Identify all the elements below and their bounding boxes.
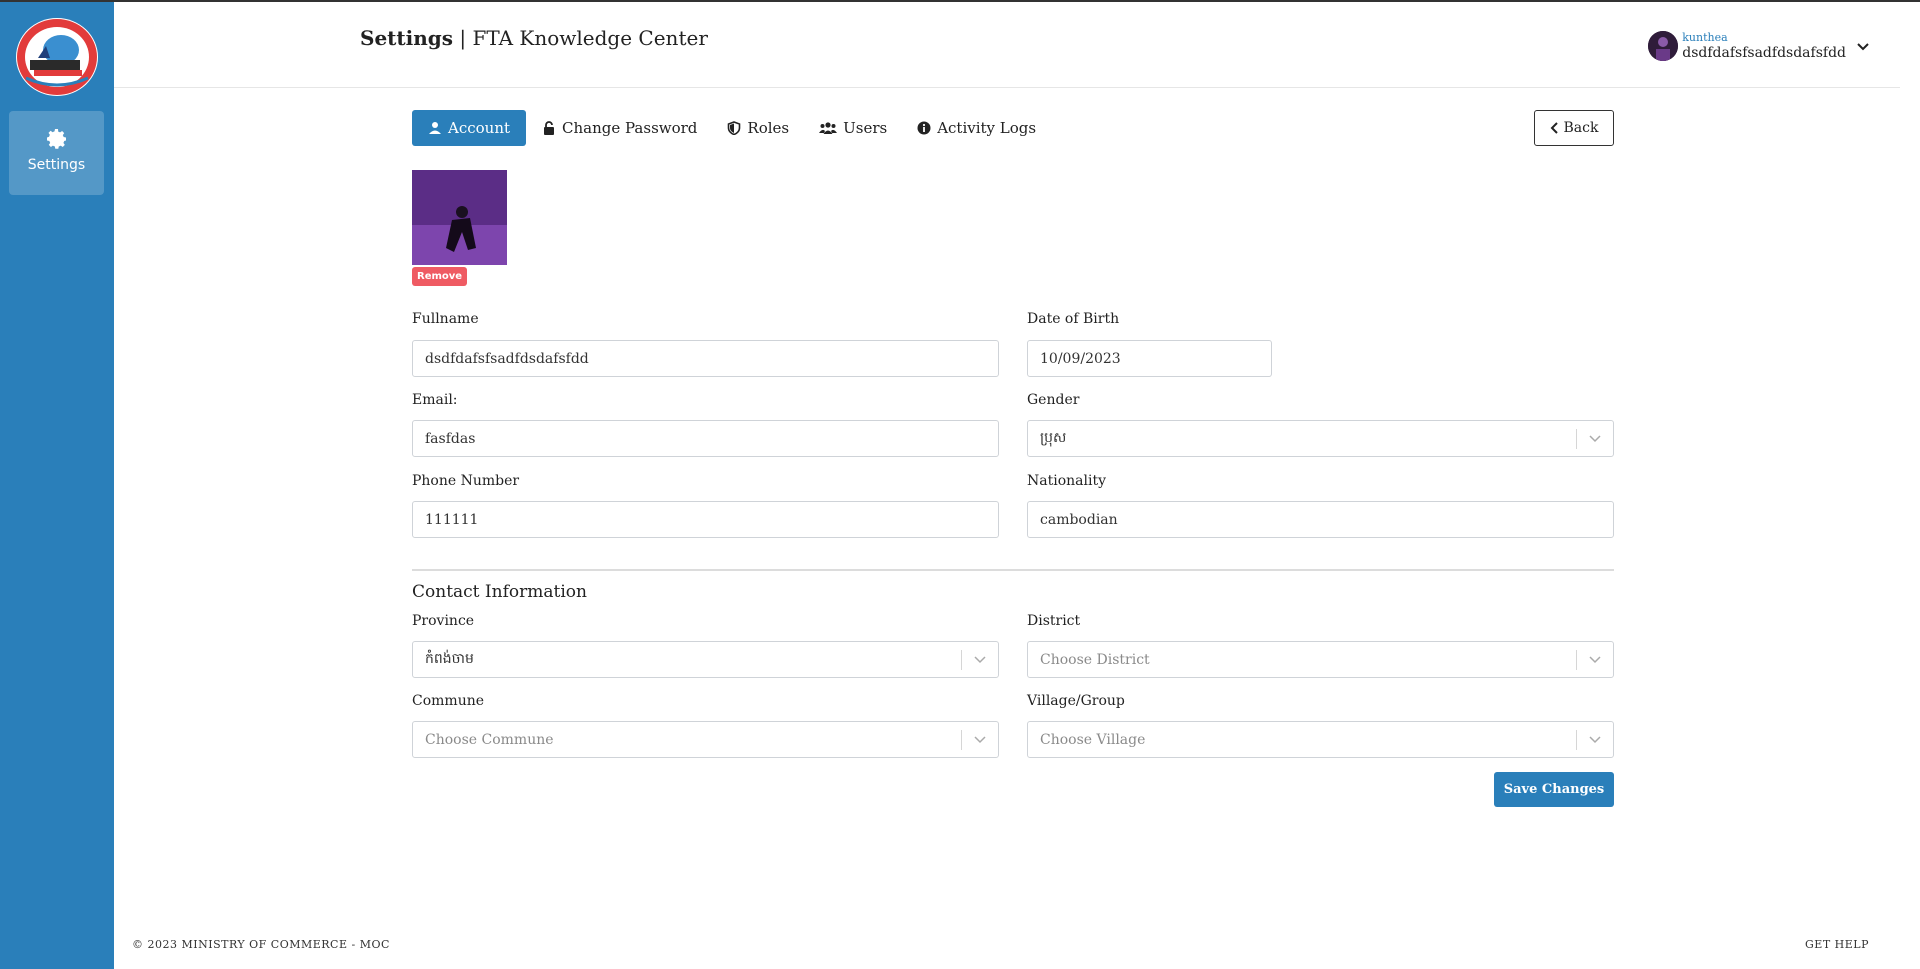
back-button-label: Back xyxy=(1563,120,1599,136)
chevron-down-icon[interactable] xyxy=(1856,39,1870,53)
tab-activity-logs[interactable]: Activity Logs xyxy=(903,110,1050,146)
contact-section-title: Contact Information xyxy=(412,582,587,602)
province-value: កំពង់ចាម xyxy=(425,651,474,667)
province-select[interactable]: កំពង់ចាម xyxy=(412,641,999,678)
email-value: fasfdas xyxy=(425,430,476,447)
page-title-section: Settings xyxy=(360,26,454,50)
chevron-down-icon[interactable] xyxy=(1577,655,1613,664)
commune-select[interactable]: Choose Commune xyxy=(412,721,999,758)
phone-label: Phone Number xyxy=(412,473,520,489)
page-title-app: FTA Knowledge Center xyxy=(472,26,708,50)
district-placeholder: Choose District xyxy=(1040,651,1150,668)
village-select[interactable]: Choose Village xyxy=(1027,721,1614,758)
tab-label: Activity Logs xyxy=(937,119,1037,137)
gear-icon xyxy=(46,129,66,149)
chevron-left-icon xyxy=(1550,122,1558,134)
page-title: Settings | FTA Knowledge Center xyxy=(360,26,708,50)
phone-input[interactable]: 111111 xyxy=(412,501,999,538)
nationality-input[interactable]: cambodian xyxy=(1027,501,1614,538)
district-select[interactable]: Choose District xyxy=(1027,641,1614,678)
top-header: Settings | FTA Knowledge Center kunthea … xyxy=(114,2,1900,88)
gender-value: ប្រុស xyxy=(1040,430,1067,446)
sidebar: Settings xyxy=(0,2,114,969)
dob-input[interactable]: 10/09/2023 xyxy=(1027,340,1272,377)
district-label: District xyxy=(1027,613,1081,629)
avatar-photo-icon xyxy=(1648,31,1679,61)
phone-value: 111111 xyxy=(425,511,479,528)
nationality-label: Nationality xyxy=(1027,473,1106,489)
get-help-link[interactable]: GET HELP xyxy=(1805,938,1869,951)
fullname-input[interactable]: dsdfdafsfsadfdsdafsfdd xyxy=(412,340,999,377)
tab-label: Change Password xyxy=(562,119,698,137)
shield-icon xyxy=(728,121,741,135)
commune-label: Commune xyxy=(412,693,485,709)
tab-label: Roles xyxy=(747,119,790,137)
email-label: Email: xyxy=(412,392,458,408)
lock-icon xyxy=(544,121,555,135)
user-menu[interactable]: kunthea dsdfdafsfsadfdsdafsfdd xyxy=(1648,28,1870,64)
save-changes-button[interactable]: Save Changes xyxy=(1494,772,1614,807)
tab-label: Account xyxy=(448,119,511,137)
sidebar-item-settings[interactable]: Settings xyxy=(9,111,104,195)
tab-change-password[interactable]: Change Password xyxy=(528,110,711,146)
email-field[interactable]: fasfdas xyxy=(412,420,999,457)
page-title-separator: | xyxy=(453,26,473,50)
gender-label: Gender xyxy=(1027,392,1080,408)
save-changes-label: Save Changes xyxy=(1503,782,1605,797)
settings-tabs: Account Change Password Roles Users Acti… xyxy=(412,110,1052,146)
gender-select[interactable]: ប្រុស xyxy=(1027,420,1614,457)
village-placeholder: Choose Village xyxy=(1040,731,1146,748)
info-icon xyxy=(917,121,931,135)
remove-photo-button[interactable]: Remove xyxy=(412,267,468,286)
fullname-value: dsdfdafsfsadfdsdafsfdd xyxy=(425,350,589,367)
sidebar-item-label: Settings xyxy=(27,157,86,173)
tab-users[interactable]: Users xyxy=(805,110,901,146)
commune-placeholder: Choose Commune xyxy=(425,731,554,748)
chevron-down-icon[interactable] xyxy=(1577,735,1613,744)
profile-photo[interactable] xyxy=(412,170,507,265)
users-icon xyxy=(819,122,838,134)
dob-value: 10/09/2023 xyxy=(1040,350,1121,367)
chevron-down-icon[interactable] xyxy=(962,655,998,664)
user-name: dsdfdafsfsadfdsdafsfdd xyxy=(1682,44,1846,61)
nationality-value: cambodian xyxy=(1040,511,1118,528)
ministry-logo[interactable] xyxy=(16,18,98,96)
section-divider xyxy=(412,569,1614,571)
remove-photo-label: Remove xyxy=(417,271,463,282)
user-role: kunthea xyxy=(1682,30,1728,44)
fullname-label: Fullname xyxy=(412,311,479,327)
footer-copyright: © 2023 MINISTRY OF COMMERCE - MOC xyxy=(132,938,390,951)
village-label: Village/Group xyxy=(1027,693,1125,709)
user-icon xyxy=(429,122,441,134)
chevron-down-icon[interactable] xyxy=(962,735,998,744)
profile-photo-image xyxy=(412,170,507,265)
chevron-down-icon[interactable] xyxy=(1577,434,1613,443)
back-button[interactable]: Back xyxy=(1534,110,1614,146)
tab-roles[interactable]: Roles xyxy=(713,110,803,146)
user-meta: kunthea dsdfdafsfsadfdsdafsfdd xyxy=(1682,31,1846,62)
province-label: Province xyxy=(412,613,475,629)
dob-label: Date of Birth xyxy=(1027,311,1120,327)
tab-label: Users xyxy=(843,119,888,137)
tab-account[interactable]: Account xyxy=(412,110,527,146)
user-avatar xyxy=(1648,31,1679,61)
logo-emblem-icon xyxy=(17,19,97,95)
